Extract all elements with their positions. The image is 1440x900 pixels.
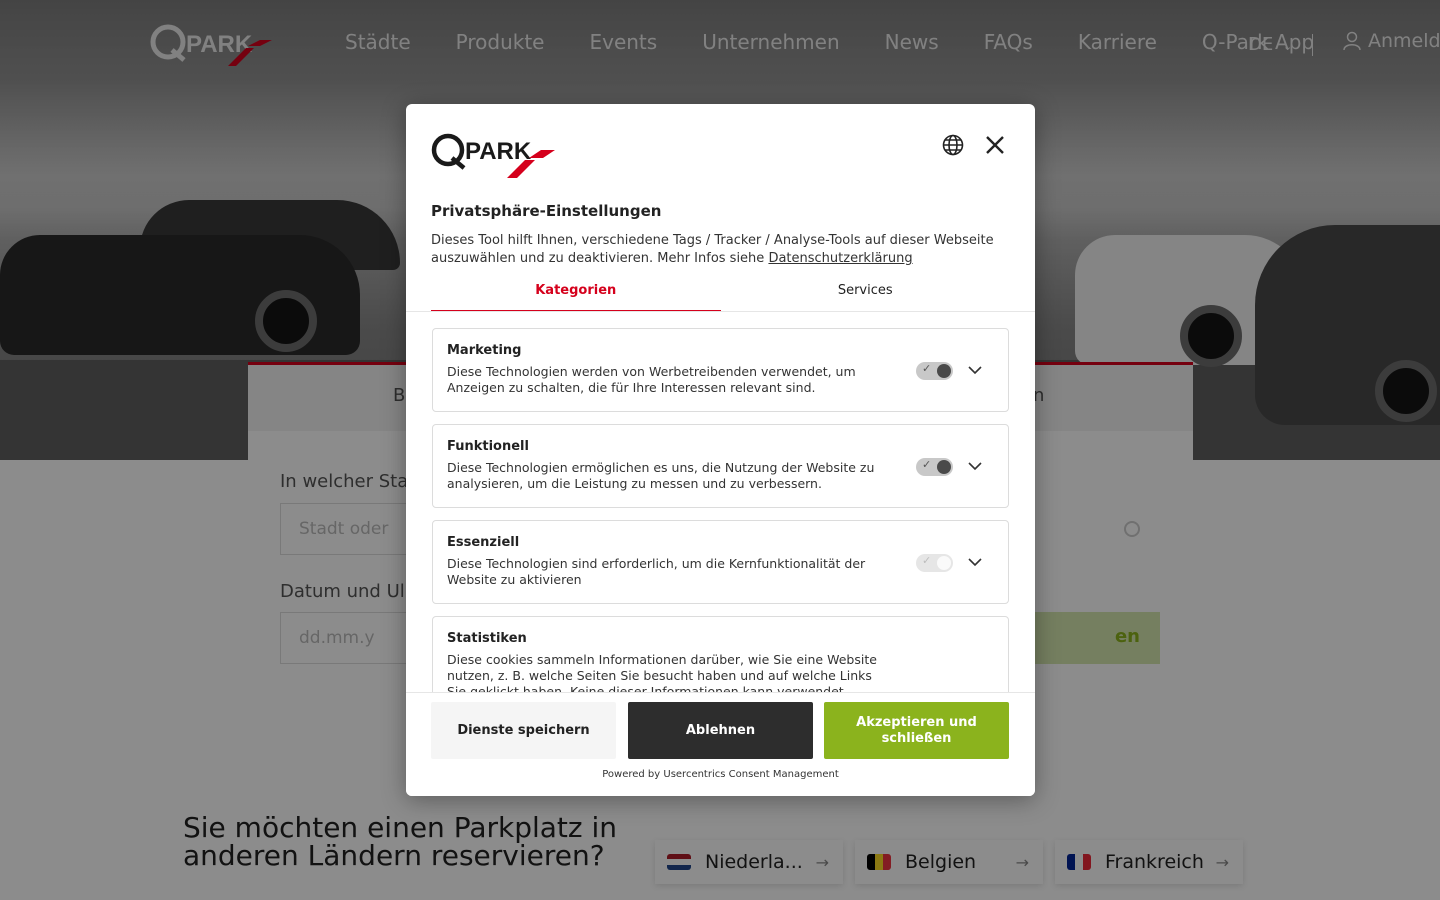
- chevron-down-icon[interactable]: [967, 362, 983, 378]
- category-description: Diese Technologien sind erforderlich, um…: [447, 556, 866, 587]
- essenziell-toggle: ✓: [916, 554, 953, 572]
- category-description: Diese Technologien ermöglichen es uns, d…: [447, 460, 875, 491]
- globe-icon[interactable]: [942, 134, 964, 156]
- tabs-divider: [406, 311, 1035, 312]
- category-name: Statistiken: [447, 631, 527, 646]
- powered-by-text: Powered by Usercentrics Consent Manageme…: [602, 769, 839, 780]
- privacy-settings-dialog: PARK Privatsphäre-Einstellungen Dieses T…: [406, 104, 1035, 796]
- marketing-toggle[interactable]: ✓: [916, 362, 953, 380]
- check-icon: ✓: [922, 458, 932, 471]
- category-description: Diese cookies sammeln Informationen darü…: [447, 652, 877, 692]
- deny-button[interactable]: Ablehnen: [628, 702, 813, 759]
- category-list[interactable]: Marketing Diese Technologien werden von …: [432, 328, 1009, 692]
- category-description: Diese Technologien werden von Werbetreib…: [447, 364, 856, 395]
- accept-and-close-button[interactable]: Akzeptieren und schließen: [824, 702, 1009, 759]
- svg-text:PARK: PARK: [465, 138, 532, 165]
- category-name: Funktionell: [447, 439, 529, 454]
- close-icon[interactable]: [984, 134, 1006, 156]
- tab-services[interactable]: Services: [721, 280, 1011, 312]
- check-icon: ✓: [922, 554, 932, 567]
- dialog-tabs: Kategorien Services: [431, 280, 1010, 312]
- category-name: Marketing: [447, 343, 522, 358]
- category-essenziell: Essenziell Diese Technologien sind erfor…: [432, 520, 1009, 604]
- qpark-logo: PARK: [431, 133, 555, 178]
- dialog-description: Dieses Tool hilft Ihnen, verschiedene Ta…: [431, 232, 1006, 268]
- privacy-policy-link[interactable]: Datenschutzerklärung: [768, 251, 912, 266]
- category-name: Essenziell: [447, 535, 520, 550]
- category-funktionell: Funktionell Diese Technologien ermöglich…: [432, 424, 1009, 508]
- save-services-button[interactable]: Dienste speichern: [431, 702, 616, 759]
- category-marketing: Marketing Diese Technologien werden von …: [432, 328, 1009, 412]
- category-statistiken: Statistiken Diese cookies sammeln Inform…: [432, 616, 1009, 692]
- dialog-title: Privatsphäre-Einstellungen: [431, 202, 662, 220]
- chevron-down-icon[interactable]: [967, 554, 983, 570]
- funktionell-toggle[interactable]: ✓: [916, 458, 953, 476]
- tab-kategorien[interactable]: Kategorien: [431, 280, 721, 312]
- chevron-down-icon[interactable]: [967, 458, 983, 474]
- dialog-footer: Dienste speichern Ablehnen Akzeptieren u…: [406, 692, 1035, 796]
- check-icon: ✓: [922, 362, 932, 375]
